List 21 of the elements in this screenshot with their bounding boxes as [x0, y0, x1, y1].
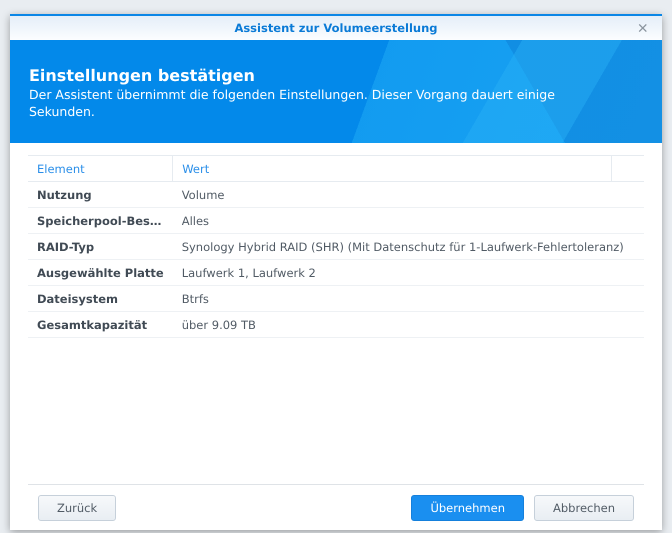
close-button[interactable]: ×	[637, 18, 648, 38]
table-cell: über 9.09 TB	[172, 312, 644, 338]
table-cell: RAID-Typ	[28, 234, 173, 260]
table-cell: Alles	[172, 208, 644, 234]
column-header[interactable]: Wert	[172, 156, 612, 182]
table-cell: Nutzung	[28, 182, 173, 208]
cancel-button[interactable]: Abbrechen	[534, 494, 634, 520]
table-cell: Laufwerk 1, Laufwerk 2	[172, 260, 644, 286]
banner-heading: Einstellungen bestätigen	[29, 66, 256, 85]
table-cell: Ausgewählte Platte	[28, 260, 173, 286]
apply-button[interactable]: Übernehmen	[411, 494, 524, 520]
banner-description: Der Assistent übernimmt die folgenden Einstellungen. Dieser Vorgang dauert einige Sekunden.	[29, 86, 556, 120]
table-cell: Btrfs	[172, 286, 644, 312]
table-cell: Speicherpool-Bes…	[28, 208, 173, 234]
column-header[interactable]: Element	[28, 156, 173, 182]
back-button[interactable]: Zurück	[38, 494, 116, 520]
table-cell: Dateisystem	[28, 286, 173, 312]
table-cell: Synology Hybrid RAID (SHR) (Mit Datenschutz für 1-Laufwerk-Fehlertoleranz)	[172, 234, 644, 260]
table-cell: Gesamtkapazität	[28, 312, 173, 338]
table-cell: Volume	[172, 182, 644, 208]
window-title: Assistent zur Volumeerstellung	[234, 21, 438, 35]
